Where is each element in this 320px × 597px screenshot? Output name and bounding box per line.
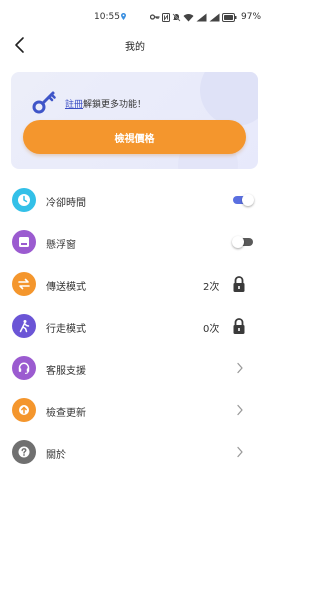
transfer-count: 2次 [203,282,220,293]
register-link[interactable]: 註冊 [65,100,83,110]
lock-icon [233,318,245,334]
window-icon [12,230,36,254]
location-icon [121,13,126,20]
menu-item-label: 行走模式 [46,324,86,335]
promo-decoration [200,72,258,126]
lock-icon [233,276,245,292]
status-time: 10:55 [94,12,120,22]
clock-icon [12,188,36,212]
menu-item-floating-window[interactable]: 懸浮窗 [0,227,270,257]
signal-icon [196,13,207,21]
menu-item-label: 懸浮窗 [46,240,76,251]
walk-icon [12,314,36,338]
cooldown-toggle[interactable] [232,194,254,206]
menu-item-about[interactable]: 關於 [0,437,270,467]
wifi-icon [183,13,194,21]
question-icon [12,440,36,464]
menu-item-walk-mode[interactable]: 行走模式 0次 [0,311,270,341]
menu-item-transfer-mode[interactable]: 傳送模式 2次 [0,269,270,299]
menu-item-label: 關於 [46,450,66,461]
transfer-icon [12,272,36,296]
menu-item-label: 檢查更新 [46,408,86,419]
menu-item-cooldown[interactable]: 冷卻時間 [0,185,270,215]
key-status-icon [150,14,160,20]
status-icons [150,11,237,23]
battery-percent: 97% [241,12,262,22]
page-title: 我的 [125,42,145,53]
chevron-right-icon [237,446,243,458]
signal-icon [209,13,220,21]
promo-message: 解鎖更多功能！ [83,100,147,110]
floating-window-toggle[interactable] [232,236,254,248]
key-icon [32,91,56,114]
upload-icon [12,398,36,422]
menu-item-label: 冷卻時間 [46,198,86,209]
battery-icon [222,12,237,22]
toggle-knob [232,236,244,248]
menu-item-label: 傳送模式 [46,282,86,293]
mute-icon [172,13,181,21]
headset-icon [12,356,36,380]
status-bar: 10:55 97% [0,0,270,34]
menu-item-label: 客服支援 [46,366,86,377]
menu-item-check-update[interactable]: 檢查更新 [0,395,270,425]
promo-text: 註冊解鎖更多功能！ [65,97,146,110]
chevron-right-icon [237,404,243,416]
toggle-knob [242,194,254,206]
walk-count: 0次 [203,324,220,335]
nfc-icon [162,12,170,22]
menu-item-support[interactable]: 客服支援 [0,353,270,383]
nav-bar: 我的 [0,34,270,56]
chevron-right-icon [237,362,243,374]
view-price-button[interactable]: 檢視價格 [23,120,246,154]
promo-card: 註冊解鎖更多功能！ 檢視價格 [11,72,258,169]
